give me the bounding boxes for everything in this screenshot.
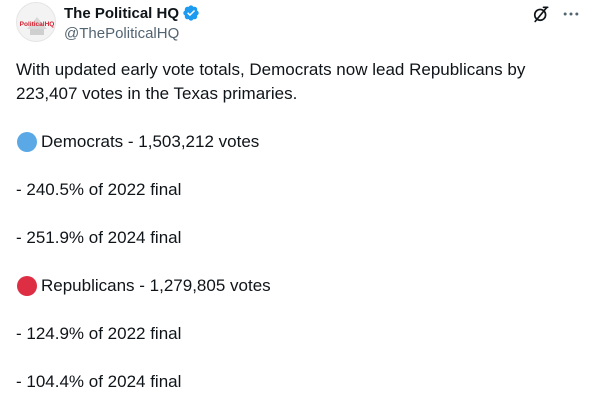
democrats-votes-text: Democrats - 1,503,212 votes	[41, 132, 260, 151]
grok-icon[interactable]	[531, 4, 551, 24]
republicans-2022-line: - 124.9% of 2022 final	[16, 322, 181, 346]
tweet-intro-text: With updated early vote totals, Democrat…	[16, 60, 526, 103]
author-names: The Political HQ @ThePoliticalHQ	[64, 2, 200, 42]
democrats-2024-text: - 251.9% of 2024 final	[16, 228, 182, 247]
democrats-2022-line: - 240.5% of 2022 final	[16, 178, 181, 202]
tweet-actions	[531, 4, 581, 24]
republicans-2024-line: - 104.4% of 2024 final	[16, 370, 181, 394]
democrats-2022-text: - 240.5% of 2022 final	[16, 180, 182, 199]
tweet-header: PoliticalHQ The Political HQ @ThePolitic…	[16, 2, 581, 50]
author-display-name[interactable]: The Political HQ	[64, 5, 179, 22]
author-handle[interactable]: @ThePoliticalHQ	[64, 25, 200, 42]
republicans-line: Republicans - 1,279,805 votes	[16, 274, 271, 298]
tweet[interactable]: PoliticalHQ The Political HQ @ThePolitic…	[0, 0, 597, 415]
democrats-2024-line: - 251.9% of 2024 final	[16, 226, 181, 250]
verified-badge-icon[interactable]	[182, 4, 200, 22]
name-row: The Political HQ	[64, 3, 200, 23]
more-icon[interactable]	[561, 4, 581, 24]
tweet-body: With updated early vote totals, Democrat…	[16, 58, 581, 391]
red-circle-icon	[17, 276, 37, 296]
democrats-line: Democrats - 1,503,212 votes	[16, 130, 259, 154]
republicans-votes-text: Republicans - 1,279,805 votes	[41, 276, 271, 295]
avatar-logo-text: PoliticalHQ	[20, 21, 55, 28]
blue-circle-icon	[17, 132, 37, 152]
republicans-2024-text: - 104.4% of 2024 final	[16, 372, 182, 391]
political-hq-logo-icon: PoliticalHQ	[17, 3, 55, 41]
avatar[interactable]: PoliticalHQ	[16, 2, 56, 42]
republicans-2022-text: - 124.9% of 2022 final	[16, 324, 182, 343]
